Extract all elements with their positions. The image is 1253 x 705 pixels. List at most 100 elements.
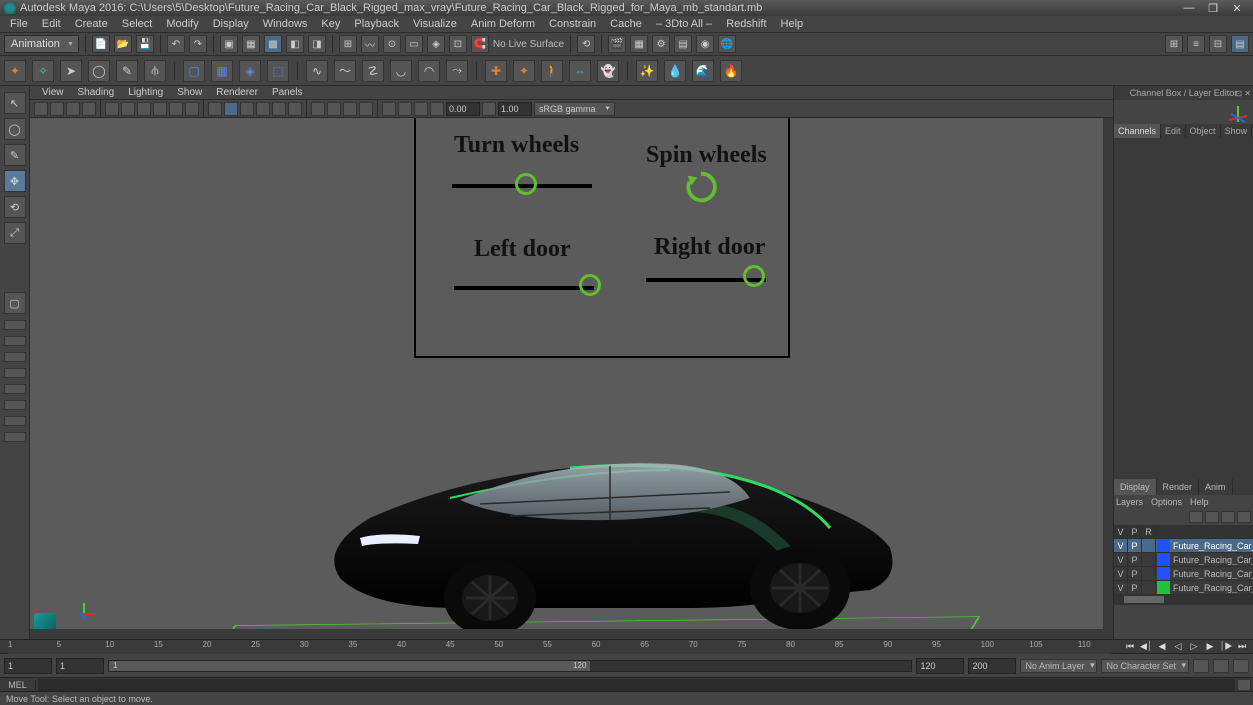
exposure-value[interactable]: 0.00 [446,102,480,116]
select-mode-object[interactable]: ▦ [242,35,260,53]
save-scene-button[interactable]: 💾 [136,35,154,53]
layer-visibility-toggle[interactable]: V [1114,539,1128,552]
layout-hypershade[interactable] [4,416,26,426]
car-model[interactable] [310,408,910,638]
move-tool[interactable]: ✥ [4,170,26,192]
right-door-slider-handle[interactable] [743,265,765,287]
layer-move-up[interactable] [1189,511,1203,523]
redo-button[interactable]: ↷ [189,35,207,53]
layout-more[interactable] [4,432,26,442]
menu-file[interactable]: File [4,18,34,30]
pt-motion-blur[interactable] [343,102,357,116]
render-settings-button[interactable]: ⚙ [652,35,670,53]
select-tool[interactable]: ↖ [4,92,26,114]
pt-wireframe[interactable] [208,102,222,116]
live-icon[interactable]: 🧲 [471,35,489,53]
layer-color-swatch[interactable] [1157,581,1170,594]
pt-ao[interactable] [327,102,341,116]
layer-reference-toggle[interactable] [1142,539,1156,552]
panel-pin-icon[interactable]: ⊡ ✕ [1235,89,1251,98]
shelf-particle-1[interactable]: ✨ [636,60,658,82]
shelf-human-ik[interactable]: 🚶 [541,60,563,82]
viewport-scrollbar-horizontal[interactable] [30,629,1113,639]
layer-reference-toggle[interactable] [1142,553,1156,566]
open-scene-button[interactable]: 📂 [114,35,132,53]
shelf-curve-5[interactable]: ◠ [418,60,440,82]
paint-select-tool[interactable]: ✎ [4,144,26,166]
shelf-cluster[interactable]: ◈ [239,60,261,82]
layer-reference-toggle[interactable] [1142,581,1156,594]
shelf-mirror[interactable]: ⇔ [569,60,591,82]
shelf-curve-2[interactable]: 〜 [334,60,356,82]
layer-menu-help[interactable]: Help [1190,497,1209,507]
color-management-dropdown[interactable]: sRGB gamma [534,102,615,116]
layer-playback-toggle[interactable]: P [1128,539,1142,552]
menu-key[interactable]: Key [315,18,346,30]
maximize-button[interactable]: ❐ [1201,1,1225,15]
layout-two-stacked[interactable] [4,352,26,362]
panel-menu-shading[interactable]: Shading [72,87,121,98]
go-to-end[interactable]: ⏭ [1235,641,1249,653]
layout-two-side[interactable] [4,336,26,346]
shelf-tool-paint[interactable]: ✎ [116,60,138,82]
toggle-attribute-editor[interactable]: ≡ [1187,35,1205,53]
shelf-tool-lasso[interactable]: ◯ [88,60,110,82]
toggle-tool-settings[interactable]: ⊟ [1209,35,1227,53]
layer-move-down[interactable] [1205,511,1219,523]
pt-gamma-toggle[interactable] [398,102,412,116]
layer-color-swatch[interactable] [1157,567,1170,580]
shelf-fluid[interactable]: 🌊 [692,60,714,82]
script-editor-button[interactable] [1237,679,1251,691]
pt-exposure-icon[interactable] [430,102,444,116]
time-slider[interactable]: 1510152025303540455055606570758085909510… [0,639,1253,653]
menu-cache[interactable]: Cache [604,18,648,30]
layer-color-swatch[interactable] [1157,539,1170,552]
shelf-tool-joint[interactable]: ⫛ [144,60,166,82]
undo-button[interactable]: ↶ [167,35,185,53]
step-forward-frame[interactable]: ▶ [1203,641,1217,653]
toggle-modeling-toolkit[interactable]: ⊞ [1165,35,1183,53]
pt-film-gate[interactable] [121,102,135,116]
play-start-field[interactable]: 1 [56,658,104,674]
layer-row[interactable]: VPFuture_Racing_Car_Black [1114,539,1253,553]
layer-playback-toggle[interactable]: P [1128,581,1142,594]
shelf-poly-cube[interactable]: ▢ [183,60,205,82]
menu-modify[interactable]: Modify [160,18,204,30]
command-input[interactable] [38,679,1235,691]
snap-grid[interactable]: ⊞ [339,35,357,53]
layer-row[interactable]: VPFuture_Racing_Car_Bl. [1114,553,1253,567]
layer-new-empty[interactable] [1221,511,1235,523]
auto-key-toggle[interactable] [1193,659,1209,673]
shelf-fire[interactable]: 🔥 [720,60,742,82]
pt-gate-mask[interactable] [153,102,167,116]
tab-object[interactable]: Object [1186,124,1221,138]
layer-tab-display[interactable]: Display [1114,479,1157,495]
turn-wheels-slider-handle[interactable] [515,173,537,195]
range-bar[interactable]: 1 120 [108,660,912,672]
layer-tab-anim[interactable]: Anim [1199,479,1233,495]
gamma-value[interactable]: 1.00 [498,102,532,116]
layer-visibility-toggle[interactable]: V [1114,553,1128,566]
select-mask-2[interactable]: ◨ [308,35,326,53]
render-view-button[interactable]: ▤ [674,35,692,53]
character-set-dropdown[interactable]: No Character Set [1101,659,1189,673]
menu-playback[interactable]: Playback [348,18,405,30]
lasso-tool[interactable]: ◯ [4,118,26,140]
menu-create[interactable]: Create [69,18,114,30]
layer-playback-toggle[interactable]: P [1128,553,1142,566]
viewport-scrollbar-vertical[interactable] [1103,118,1113,639]
shelf-curve-3[interactable]: ☡ [362,60,384,82]
rotate-tool[interactable]: ⟲ [4,196,26,218]
time-ruler[interactable]: 1510152025303540455055606570758085909510… [8,640,1111,654]
snap-live[interactable]: ◈ [427,35,445,53]
panel-menu-lighting[interactable]: Lighting [122,87,169,98]
pt-shadows[interactable] [272,102,286,116]
layer-new-selected[interactable] [1237,511,1251,523]
pt-image-plane[interactable] [82,102,96,116]
render-globals-button[interactable]: 🌐 [718,35,736,53]
menu-edit[interactable]: Edit [36,18,67,30]
go-to-start[interactable]: ⏮ [1123,641,1137,653]
step-back-key[interactable]: ◀⏐ [1139,641,1153,653]
channel-box-content[interactable] [1114,138,1253,479]
pt-grid[interactable] [105,102,119,116]
